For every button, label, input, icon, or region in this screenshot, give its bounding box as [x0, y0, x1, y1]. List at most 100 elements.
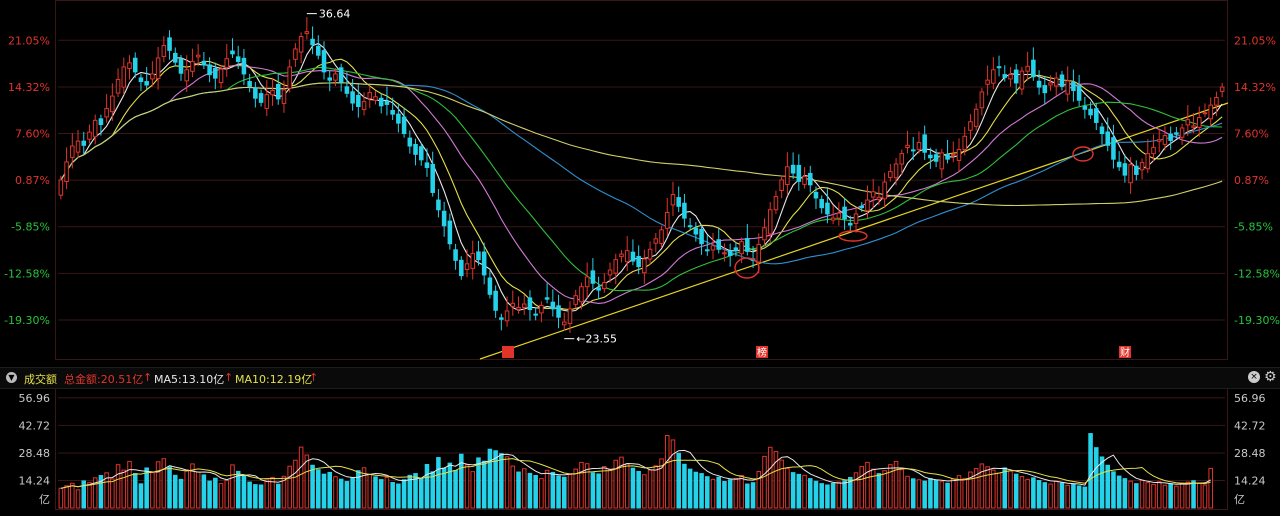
volume-bar-down: [247, 481, 252, 509]
price-tick-label-left: 14.32%: [8, 81, 50, 94]
volume-bar-up: [155, 461, 161, 509]
volume-tick-label-right: 42.72: [1234, 419, 1266, 432]
candle-down: [842, 206, 847, 220]
volume-bar-down: [1082, 486, 1088, 509]
candle-up: [304, 31, 310, 34]
volume-bar-up: [75, 489, 81, 509]
candle-up: [785, 166, 790, 186]
candle-up: [739, 241, 744, 255]
candle-up: [899, 153, 905, 165]
volume-bar-up: [739, 475, 744, 509]
volume-tick-label-right: 28.48: [1234, 447, 1266, 460]
candle-down: [527, 297, 533, 311]
volume-bar-up: [150, 472, 155, 509]
candle-up: [521, 303, 527, 308]
price-tick-label-left: -5.85%: [11, 221, 50, 234]
candle-down: [316, 45, 321, 56]
candle-up: [865, 199, 870, 212]
candle-down: [596, 287, 601, 291]
candle-down: [807, 172, 813, 186]
candle-up: [1145, 153, 1151, 170]
candle-up: [539, 304, 544, 314]
candle-up: [1008, 74, 1013, 80]
candle-up: [58, 179, 64, 196]
volume-bar-down: [682, 463, 687, 509]
volume-bar-down: [235, 470, 241, 509]
candle-down: [1111, 137, 1116, 160]
volume-bar-up: [218, 483, 224, 509]
candle-up: [64, 161, 69, 182]
volume-bar-up: [979, 463, 985, 509]
volume-bar-up: [298, 446, 304, 509]
volume-bar-down: [745, 483, 750, 509]
volume-bar-down: [825, 484, 830, 509]
volume-bar-up: [87, 482, 92, 509]
candle-down: [213, 68, 218, 79]
volume-bar-down: [178, 478, 184, 509]
volume-bar-up: [1008, 470, 1013, 509]
volume-bar-up: [773, 451, 779, 509]
candle-up: [710, 245, 716, 251]
candle-down: [459, 259, 464, 277]
volume-bar-up: [602, 466, 607, 509]
candle-down: [693, 227, 699, 235]
volume-bar-down: [321, 473, 327, 509]
min-price-label: ←23.55: [576, 333, 617, 346]
candle-up: [1208, 104, 1213, 120]
candle-down: [1088, 108, 1093, 116]
candle-up: [373, 96, 378, 101]
volume-bar-down: [1094, 447, 1099, 509]
volume-bar-up: [762, 455, 767, 509]
candle-up: [70, 145, 75, 158]
candle-up: [1053, 77, 1059, 87]
volume-bar-down: [201, 474, 207, 509]
candle-up: [939, 152, 945, 170]
candle-up: [293, 48, 298, 60]
volume-bar-down: [327, 471, 333, 509]
volume-bar-down: [550, 471, 556, 509]
price-tick-label-right: 14.32%: [1234, 81, 1276, 94]
candle-down: [556, 305, 561, 318]
volume-bar-up: [1174, 485, 1179, 509]
candle-down: [499, 317, 504, 320]
volume-bar-up: [779, 459, 784, 509]
candle-down: [1013, 69, 1019, 84]
volume-bar-down: [1059, 482, 1065, 509]
candle-up: [127, 62, 132, 70]
volume-bar-up: [1053, 480, 1059, 509]
volume-bar-down: [556, 475, 561, 509]
candle-up: [367, 92, 373, 100]
candle-down: [996, 66, 1002, 69]
candle-up: [773, 196, 779, 211]
volume-bar-up: [544, 469, 550, 509]
close-icon[interactable]: ×: [1248, 371, 1260, 383]
volume-bar-up: [464, 464, 470, 509]
price-tick-label-right: -12.58%: [1234, 267, 1280, 280]
volume-bar-up: [573, 468, 578, 509]
volume-bar-down: [424, 464, 430, 509]
candle-down: [1099, 126, 1105, 135]
candle-down: [1076, 85, 1082, 101]
candle-up: [893, 163, 899, 179]
volume-tick-label-right: 14.24: [1234, 474, 1266, 487]
candle-down: [933, 154, 939, 162]
candle-down: [1036, 80, 1042, 88]
chevron-down-icon[interactable]: ▼: [6, 372, 17, 383]
volume-bar-up: [647, 469, 653, 509]
candle-up: [905, 144, 910, 149]
volume-tick-label-right: 56.96: [1234, 392, 1266, 405]
volume-bar-up: [624, 463, 630, 509]
candle-up: [607, 269, 613, 276]
volume-bar-down: [830, 482, 836, 509]
candle-down: [436, 199, 441, 211]
candle-down: [447, 220, 453, 245]
volume-unit-label-right: 亿: [1234, 493, 1245, 506]
candle-up: [287, 66, 292, 89]
candle-up: [584, 276, 590, 288]
candle-down: [848, 222, 853, 226]
volume-bar-down: [487, 448, 493, 509]
volume-bar-up: [567, 474, 573, 509]
candle-up: [613, 259, 619, 274]
gear-icon[interactable]: ⚙: [1264, 369, 1277, 385]
candle-up: [161, 45, 167, 57]
